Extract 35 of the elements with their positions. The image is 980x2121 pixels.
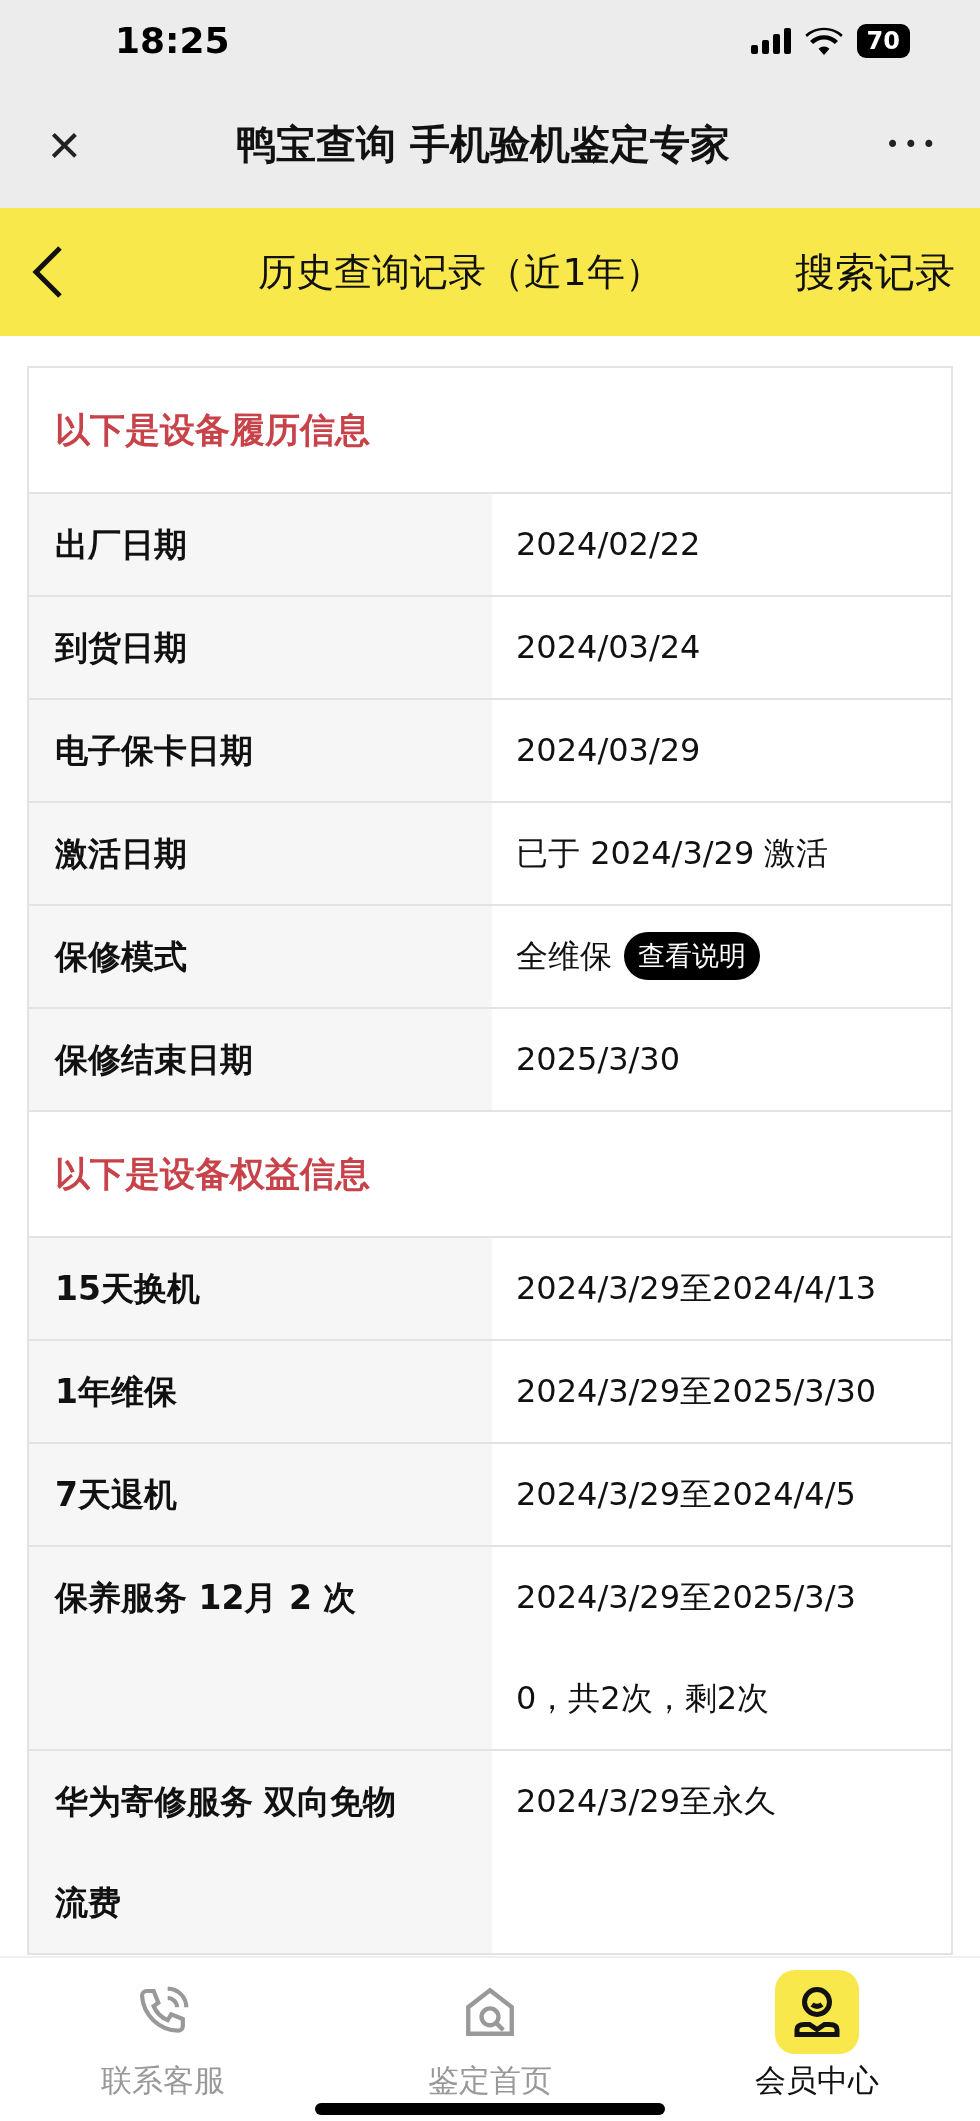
row-value: 2024/03/29: [515, 730, 702, 771]
row-label: 1年维保: [29, 1341, 492, 1442]
row-label: 电子保卡日期: [29, 700, 492, 801]
status-time: 18:25: [115, 20, 230, 61]
row-value: 2025/3/30: [515, 1039, 682, 1080]
row-label: 保修结束日期: [29, 1009, 492, 1110]
row-label: 7天退机: [29, 1444, 492, 1545]
page-title: 历史查询记录（近1年）: [257, 248, 664, 296]
search-history-link[interactable]: 搜索记录: [795, 244, 955, 300]
more-button[interactable]: •••: [885, 130, 940, 159]
window-title: 鸭宝查询 手机验机鉴定专家: [236, 120, 731, 169]
row-value: 2024/3/29至2024/4/5: [515, 1474, 857, 1515]
row-value: 2024/03/24: [515, 627, 702, 668]
battery-level: 70: [856, 23, 910, 58]
tab-bar-item[interactable]: 会员中心: [653, 1958, 980, 2121]
section-title: 以下是设备履历信息: [29, 366, 951, 492]
row-label: 到货日期: [29, 597, 492, 698]
section-title: 以下是设备权益信息: [29, 1110, 951, 1236]
row-label: 保养服务 12月 2 次: [29, 1547, 492, 1749]
row-label: 华为寄修服务 双向免物流费: [29, 1751, 492, 1953]
row-label: 保修模式: [29, 906, 492, 1007]
row-value: 已于 2024/3/29 激活: [515, 833, 830, 874]
row-label: 激活日期: [29, 803, 492, 904]
row-value: 2024/3/29至2025/3/30，共2次，剩2次: [515, 1577, 857, 1719]
row-value: 2024/3/29至永久: [515, 1781, 778, 1822]
row-value: 2024/02/22: [515, 524, 702, 565]
row-value: 2024/3/29至2024/4/13: [515, 1268, 878, 1309]
row-label: 15天换机: [29, 1238, 492, 1339]
row-label: 出厂日期: [29, 494, 492, 595]
view-info-button[interactable]: 查看说明: [624, 932, 760, 980]
signal-icon: [750, 27, 791, 54]
row-value: 全维保: [516, 936, 612, 977]
wifi-icon: [804, 26, 843, 55]
row-value: 2024/3/29至2025/3/30: [515, 1371, 878, 1412]
close-button[interactable]: ×: [48, 116, 81, 173]
